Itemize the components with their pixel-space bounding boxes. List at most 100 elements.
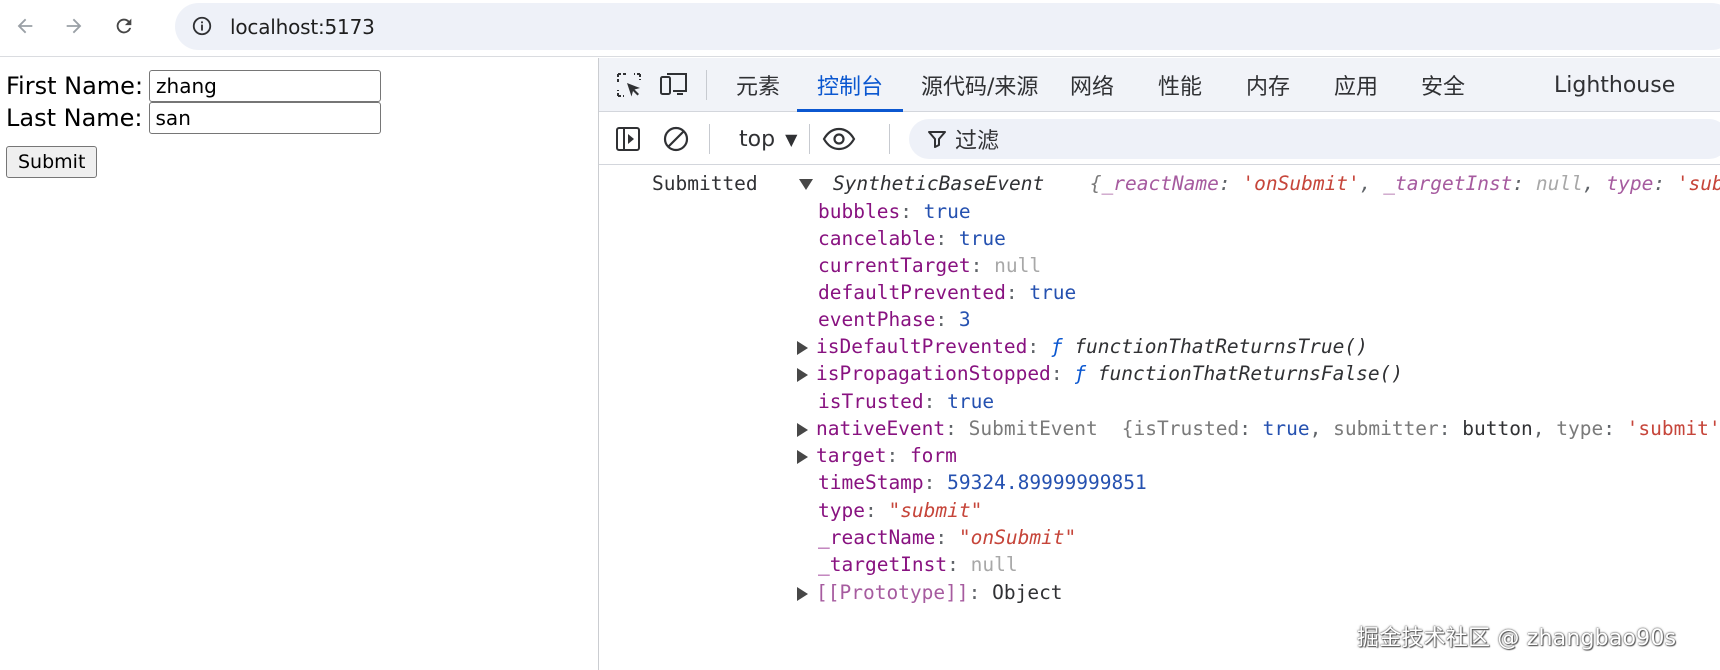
prop-value: functionThatReturnsFalse() [1097,362,1404,385]
preview-key: type [1556,417,1604,440]
preview-value: null [1535,172,1583,195]
prop-row: currentTarget: null [818,254,1042,277]
tab-security[interactable]: 安全 [1401,58,1485,112]
prop-key: isPropagationStopped [816,362,1051,385]
preview-value: 'onSubmit' [1242,172,1360,195]
page-viewport: First Name: zhang Last Name: san Submit [0,58,598,670]
console-toolbar: top ▼ 过滤 [599,113,1720,165]
prop-value: 59324.89999999851 [947,471,1147,494]
tab-sources[interactable]: 源代码/来源 [901,58,1058,112]
last-name-row: Last Name: san [6,102,381,134]
expand-triangle-icon[interactable] [797,449,808,464]
tab-console[interactable]: 控制台 [797,58,904,112]
prop-row: defaultPrevented: true [818,281,1077,304]
expand-triangle-icon[interactable] [797,367,808,382]
first-name-row: First Name: zhang [6,70,382,102]
back-button[interactable] [9,10,41,42]
device-mode-icon [660,73,687,95]
first-name-label: First Name: [6,72,144,100]
toolbar-divider [706,70,707,100]
arrow-left-icon [17,18,33,34]
toolbar-divider [889,124,890,154]
prop-row-expandable[interactable]: nativeEvent: SubmitEvent {isTrusted: true… [797,415,1720,442]
log-prefix: Submitted [652,172,758,195]
expand-triangle-icon[interactable] [797,340,808,355]
live-expression-button[interactable] [821,124,857,154]
address-bar[interactable]: localhost:5173 [175,3,1720,50]
toolbar-divider [809,124,810,154]
prop-key: isDefaultPrevented [816,335,1028,358]
show-sidebar-button[interactable] [613,124,643,154]
preview-value: 'submit' [1676,172,1720,195]
tab-elements[interactable]: 元素 [716,58,800,112]
forward-button[interactable] [58,10,90,42]
tab-memory[interactable]: 内存 [1226,58,1310,112]
prop-value: true [947,390,995,413]
reload-button[interactable] [108,10,140,42]
last-name-input[interactable]: san [148,102,381,134]
preview-value: 'submit' [1626,417,1720,440]
prop-value: true [958,227,1006,250]
toolbar-divider [709,124,710,154]
prop-key: cancelable [818,227,936,250]
site-info-button[interactable] [185,9,219,43]
last-name-label: Last Name: [6,104,143,132]
url-text[interactable]: localhost:5173 [230,15,375,39]
devtools-panel: 元素 控制台 源代码/来源 网络 性能 内存 应用 安全 Lighthouse … [598,58,1720,670]
prop-key: defaultPrevented [818,281,1006,304]
context-value: top [739,126,776,152]
clear-console-button[interactable] [661,124,691,154]
prop-key: _reactName [818,526,936,549]
prop-key: _targetInst [818,553,948,576]
native-event-class: SubmitEvent [968,417,1098,440]
first-name-input[interactable]: zhang [149,70,382,102]
info-icon [192,16,212,36]
eye-icon [822,127,856,151]
prop-row: cancelable: true [818,227,1006,250]
prop-row: _targetInst: null [818,553,1018,576]
caret-down-icon: ▼ [785,129,798,149]
prop-row: timeStamp: 59324.89999999851 [818,471,1147,494]
tab-lighthouse[interactable]: Lighthouse [1534,58,1695,112]
watermark: 掘金技术社区 @ zhangbao90s [1357,626,1677,651]
expand-triangle-icon[interactable] [797,586,808,601]
inspect-element-button[interactable] [614,70,644,100]
prop-value: true [1029,281,1077,304]
prop-key: [[Prototype]] [816,581,969,604]
prop-value: "onSubmit" [958,526,1077,549]
preview-key: submitter [1333,417,1439,440]
prop-row-expandable[interactable]: [[Prototype]]: Object [797,579,1063,606]
tab-performance[interactable]: 性能 [1138,58,1222,112]
prop-key: timeStamp [818,471,924,494]
prop-key: nativeEvent [816,417,946,440]
sidebar-toggle-icon [616,127,640,151]
prop-value: null [970,553,1018,576]
prop-value: form [909,444,957,467]
preview-key: _reactName [1101,172,1219,195]
arrow-right-icon [66,18,82,34]
preview-brace: { [1089,172,1102,195]
log-entry[interactable]: Submitted SyntheticBaseEvent {_reactName… [652,170,1720,197]
submit-button[interactable]: Submit [6,146,98,178]
prop-row: type: "submit" [818,499,983,522]
prop-key: isTrusted [818,390,924,413]
prop-row: isTrusted: true [818,390,995,413]
prop-row: _reactName: "onSubmit" [818,526,1077,549]
expand-triangle-icon[interactable] [797,422,808,437]
device-toolbar-button[interactable] [659,70,689,100]
prop-row-expandable[interactable]: isDefaultPrevented: ƒ functionThatReturn… [797,333,1368,360]
prop-row-expandable[interactable]: isPropagationStopped: ƒ functionThatRetu… [797,360,1403,387]
tab-network[interactable]: 网络 [1050,58,1134,112]
filter-input[interactable]: 过滤 [909,119,1720,159]
prop-value: null [994,254,1042,277]
function-marker: ƒ [1074,362,1087,385]
context-selector[interactable]: top ▼ [739,123,797,155]
prop-row-expandable[interactable]: target: form [797,442,957,469]
prop-value: Object [992,581,1063,604]
tab-application[interactable]: 应用 [1314,58,1398,112]
event-class-name: SyntheticBaseEvent [832,172,1045,195]
preview-value: button [1462,417,1533,440]
reload-icon [116,18,132,34]
preview-value: true [1262,417,1310,440]
collapse-triangle-icon[interactable] [799,179,814,190]
